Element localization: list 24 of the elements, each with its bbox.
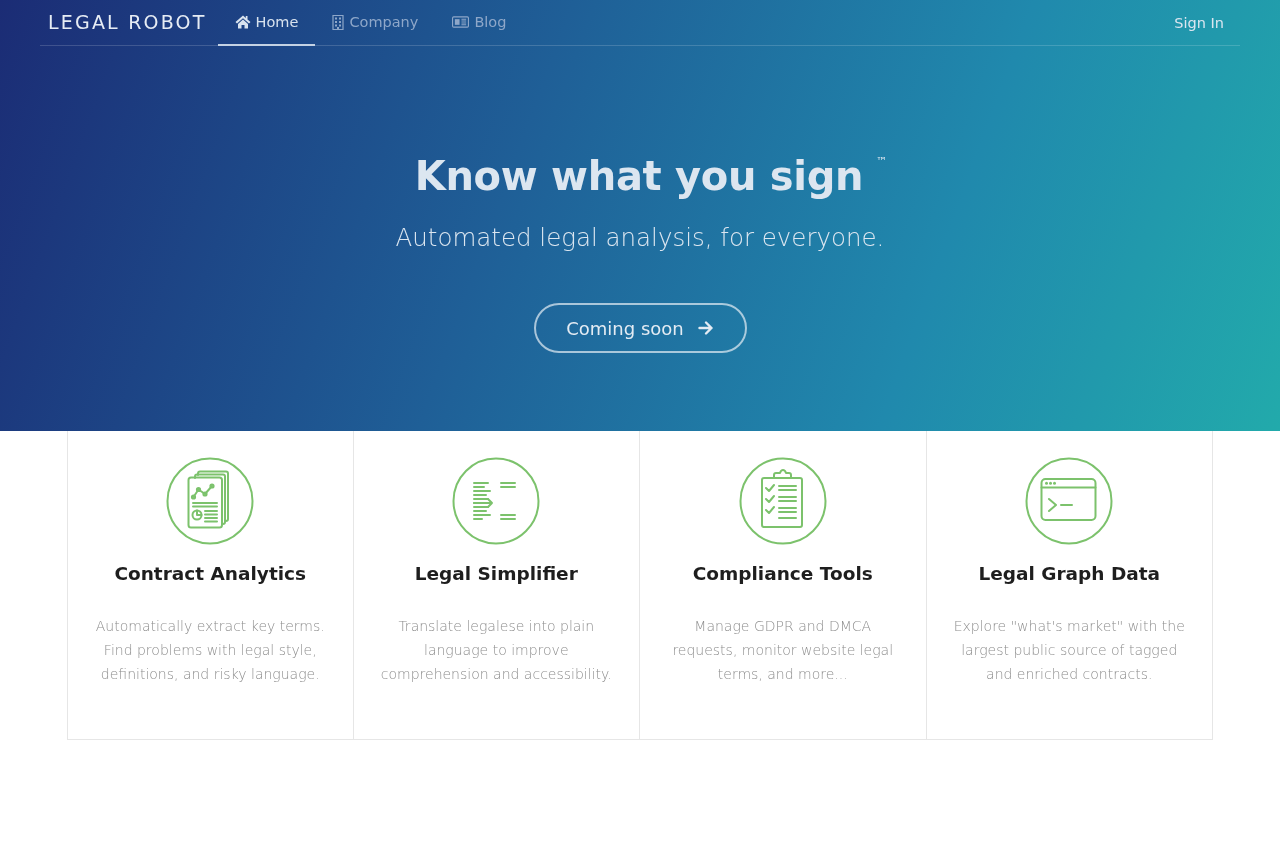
nav-link[interactable]: Home [217,0,316,46]
feature-description: Translate legalese into plain language to improve comprehension and accessibility. [379,617,613,684]
feature-title: Contract Analytics [114,562,307,586]
feature-title: Legal Graph Data [978,562,1161,586]
document-chart-icon [166,457,255,545]
hero-title: Know what you sign [414,152,864,201]
nav-link[interactable]: Blog [435,0,524,46]
logo[interactable]: LEGAL ROBOT [48,13,207,32]
feature-description: Manage GDPR and DMCA requests, monitor website legal terms, and more... [671,617,895,684]
clipboard-checklist-icon [738,457,827,545]
newspaper-icon [452,16,470,28]
feature-title: Compliance Tools [692,562,873,586]
feature-description: Explore "what's market" with the largest public source of tagged and enriched contracts. [952,617,1186,684]
feature-description: Automatically extract key terms. Find problems with legal style, definitions, and risky language. [94,617,326,684]
coming-soon-button[interactable]: Coming soon [533,303,747,353]
building-icon [332,14,345,30]
nav-link[interactable]: Company [315,0,436,46]
feature-title: Legal Simplifier [414,562,578,586]
trademark-mark: ™ [876,156,888,167]
terminal-window-icon [1025,457,1114,545]
home-icon [234,15,251,29]
hero-subtitle: Automated legal analysis, for everyone. [395,222,885,254]
arrow-right-icon [697,320,714,336]
sign-in-link[interactable]: Sign In [1174,14,1224,31]
